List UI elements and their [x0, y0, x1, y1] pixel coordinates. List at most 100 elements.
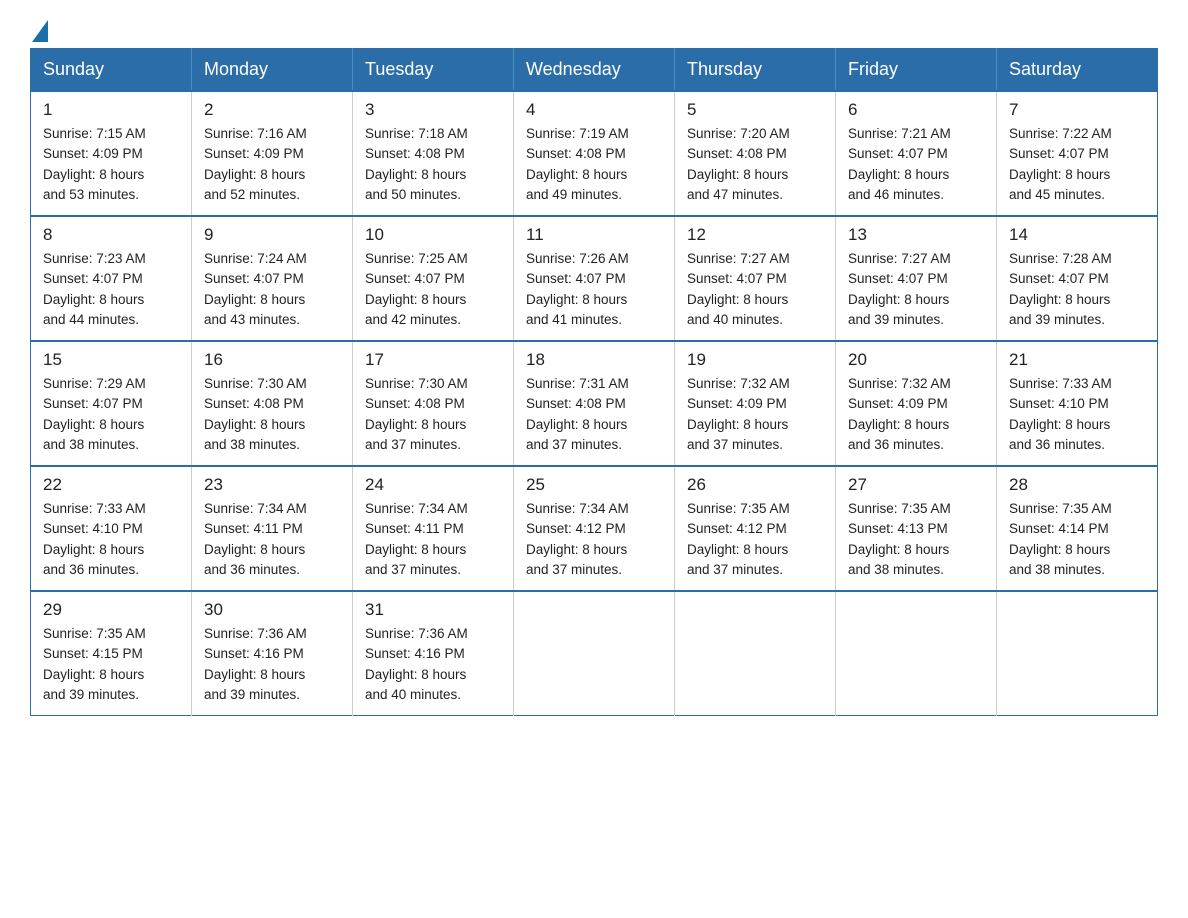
day-info: Sunrise: 7:30 AMSunset: 4:08 PMDaylight:… — [204, 374, 340, 455]
day-info: Sunrise: 7:21 AMSunset: 4:07 PMDaylight:… — [848, 124, 984, 205]
day-number: 9 — [204, 225, 340, 245]
day-number: 20 — [848, 350, 984, 370]
calendar-table: SundayMondayTuesdayWednesdayThursdayFrid… — [30, 48, 1158, 716]
calendar-cell: 11 Sunrise: 7:26 AMSunset: 4:07 PMDayligh… — [514, 216, 675, 341]
day-number: 27 — [848, 475, 984, 495]
calendar-cell: 16 Sunrise: 7:30 AMSunset: 4:08 PMDayligh… — [192, 341, 353, 466]
calendar-cell: 28Sunrise: 7:35 AMSunset: 4:14 PMDayligh… — [997, 466, 1158, 591]
day-number: 26 — [687, 475, 823, 495]
day-info: Sunrise: 7:35 AMSunset: 4:13 PMDaylight:… — [848, 499, 984, 580]
day-number: 7 — [1009, 100, 1145, 120]
day-info: Sunrise: 7:34 AMSunset: 4:11 PMDaylight:… — [365, 499, 501, 580]
calendar-cell: 24 Sunrise: 7:34 AMSunset: 4:11 PMDayligh… — [353, 466, 514, 591]
calendar-cell: 6 Sunrise: 7:21 AMSunset: 4:07 PMDaylight… — [836, 91, 997, 216]
calendar-week-row: 15 Sunrise: 7:29 AMSunset: 4:07 PMDayligh… — [31, 341, 1158, 466]
day-info: Sunrise: 7:27 AMSunset: 4:07 PMDaylight:… — [687, 249, 823, 330]
day-number: 31 — [365, 600, 501, 620]
day-info: Sunrise: 7:36 AMSunset: 4:16 PMDaylight:… — [365, 624, 501, 705]
day-number: 11 — [526, 225, 662, 245]
calendar-cell: 25Sunrise: 7:34 AMSunset: 4:12 PMDayligh… — [514, 466, 675, 591]
calendar-cell — [997, 591, 1158, 716]
calendar-header: SundayMondayTuesdayWednesdayThursdayFrid… — [31, 49, 1158, 92]
day-number: 15 — [43, 350, 179, 370]
day-number: 16 — [204, 350, 340, 370]
calendar-week-row: 22Sunrise: 7:33 AMSunset: 4:10 PMDayligh… — [31, 466, 1158, 591]
day-info: Sunrise: 7:34 AMSunset: 4:12 PMDaylight:… — [526, 499, 662, 580]
day-info: Sunrise: 7:33 AMSunset: 4:10 PMDaylight:… — [1009, 374, 1145, 455]
day-info: Sunrise: 7:25 AMSunset: 4:07 PMDaylight:… — [365, 249, 501, 330]
day-info: Sunrise: 7:15 AMSunset: 4:09 PMDaylight:… — [43, 124, 179, 205]
calendar-week-row: 29 Sunrise: 7:35 AMSunset: 4:15 PMDayligh… — [31, 591, 1158, 716]
calendar-cell: 18Sunrise: 7:31 AMSunset: 4:08 PMDayligh… — [514, 341, 675, 466]
calendar-cell: 2 Sunrise: 7:16 AMSunset: 4:09 PMDaylight… — [192, 91, 353, 216]
day-number: 30 — [204, 600, 340, 620]
calendar-cell: 20 Sunrise: 7:32 AMSunset: 4:09 PMDayligh… — [836, 341, 997, 466]
calendar-cell: 21 Sunrise: 7:33 AMSunset: 4:10 PMDayligh… — [997, 341, 1158, 466]
day-info: Sunrise: 7:29 AMSunset: 4:07 PMDaylight:… — [43, 374, 179, 455]
day-info: Sunrise: 7:30 AMSunset: 4:08 PMDaylight:… — [365, 374, 501, 455]
day-number: 10 — [365, 225, 501, 245]
calendar-cell: 8Sunrise: 7:23 AMSunset: 4:07 PMDaylight… — [31, 216, 192, 341]
day-info: Sunrise: 7:18 AMSunset: 4:08 PMDaylight:… — [365, 124, 501, 205]
day-info: Sunrise: 7:20 AMSunset: 4:08 PMDaylight:… — [687, 124, 823, 205]
calendar-week-row: 1 Sunrise: 7:15 AMSunset: 4:09 PMDaylight… — [31, 91, 1158, 216]
weekday-header-row: SundayMondayTuesdayWednesdayThursdayFrid… — [31, 49, 1158, 92]
calendar-week-row: 8Sunrise: 7:23 AMSunset: 4:07 PMDaylight… — [31, 216, 1158, 341]
day-info: Sunrise: 7:23 AMSunset: 4:07 PMDaylight:… — [43, 249, 179, 330]
day-info: Sunrise: 7:35 AMSunset: 4:14 PMDaylight:… — [1009, 499, 1145, 580]
day-number: 13 — [848, 225, 984, 245]
calendar-cell — [836, 591, 997, 716]
weekday-header-sunday: Sunday — [31, 49, 192, 92]
weekday-header-monday: Monday — [192, 49, 353, 92]
day-info: Sunrise: 7:35 AMSunset: 4:15 PMDaylight:… — [43, 624, 179, 705]
calendar-cell: 22Sunrise: 7:33 AMSunset: 4:10 PMDayligh… — [31, 466, 192, 591]
day-info: Sunrise: 7:27 AMSunset: 4:07 PMDaylight:… — [848, 249, 984, 330]
weekday-header-wednesday: Wednesday — [514, 49, 675, 92]
calendar-cell: 10 Sunrise: 7:25 AMSunset: 4:07 PMDayligh… — [353, 216, 514, 341]
day-info: Sunrise: 7:32 AMSunset: 4:09 PMDaylight:… — [848, 374, 984, 455]
calendar-cell: 27 Sunrise: 7:35 AMSunset: 4:13 PMDayligh… — [836, 466, 997, 591]
day-info: Sunrise: 7:16 AMSunset: 4:09 PMDaylight:… — [204, 124, 340, 205]
weekday-header-saturday: Saturday — [997, 49, 1158, 92]
calendar-body: 1 Sunrise: 7:15 AMSunset: 4:09 PMDaylight… — [31, 91, 1158, 716]
day-number: 14 — [1009, 225, 1145, 245]
day-info: Sunrise: 7:19 AMSunset: 4:08 PMDaylight:… — [526, 124, 662, 205]
calendar-cell: 5 Sunrise: 7:20 AMSunset: 4:08 PMDaylight… — [675, 91, 836, 216]
day-info: Sunrise: 7:28 AMSunset: 4:07 PMDaylight:… — [1009, 249, 1145, 330]
calendar-cell: 9 Sunrise: 7:24 AMSunset: 4:07 PMDaylight… — [192, 216, 353, 341]
day-number: 6 — [848, 100, 984, 120]
weekday-header-tuesday: Tuesday — [353, 49, 514, 92]
day-number: 29 — [43, 600, 179, 620]
page-header — [30, 20, 1158, 38]
calendar-cell: 29 Sunrise: 7:35 AMSunset: 4:15 PMDayligh… — [31, 591, 192, 716]
calendar-cell: 13 Sunrise: 7:27 AMSunset: 4:07 PMDayligh… — [836, 216, 997, 341]
day-info: Sunrise: 7:26 AMSunset: 4:07 PMDaylight:… — [526, 249, 662, 330]
day-number: 5 — [687, 100, 823, 120]
day-number: 19 — [687, 350, 823, 370]
day-number: 2 — [204, 100, 340, 120]
calendar-cell: 1 Sunrise: 7:15 AMSunset: 4:09 PMDaylight… — [31, 91, 192, 216]
day-number: 18 — [526, 350, 662, 370]
calendar-cell: 4Sunrise: 7:19 AMSunset: 4:08 PMDaylight… — [514, 91, 675, 216]
calendar-cell: 19Sunrise: 7:32 AMSunset: 4:09 PMDayligh… — [675, 341, 836, 466]
day-number: 1 — [43, 100, 179, 120]
calendar-cell — [514, 591, 675, 716]
day-info: Sunrise: 7:36 AMSunset: 4:16 PMDaylight:… — [204, 624, 340, 705]
logo — [30, 20, 48, 38]
calendar-cell: 23Sunrise: 7:34 AMSunset: 4:11 PMDayligh… — [192, 466, 353, 591]
calendar-cell: 17Sunrise: 7:30 AMSunset: 4:08 PMDayligh… — [353, 341, 514, 466]
weekday-header-friday: Friday — [836, 49, 997, 92]
calendar-cell: 15 Sunrise: 7:29 AMSunset: 4:07 PMDayligh… — [31, 341, 192, 466]
day-number: 21 — [1009, 350, 1145, 370]
day-info: Sunrise: 7:35 AMSunset: 4:12 PMDaylight:… — [687, 499, 823, 580]
calendar-cell: 30 Sunrise: 7:36 AMSunset: 4:16 PMDayligh… — [192, 591, 353, 716]
day-number: 3 — [365, 100, 501, 120]
day-info: Sunrise: 7:22 AMSunset: 4:07 PMDaylight:… — [1009, 124, 1145, 205]
day-number: 24 — [365, 475, 501, 495]
calendar-cell: 31 Sunrise: 7:36 AMSunset: 4:16 PMDayligh… — [353, 591, 514, 716]
day-info: Sunrise: 7:34 AMSunset: 4:11 PMDaylight:… — [204, 499, 340, 580]
day-number: 22 — [43, 475, 179, 495]
day-info: Sunrise: 7:24 AMSunset: 4:07 PMDaylight:… — [204, 249, 340, 330]
calendar-cell: 7 Sunrise: 7:22 AMSunset: 4:07 PMDaylight… — [997, 91, 1158, 216]
calendar-cell: 12Sunrise: 7:27 AMSunset: 4:07 PMDayligh… — [675, 216, 836, 341]
